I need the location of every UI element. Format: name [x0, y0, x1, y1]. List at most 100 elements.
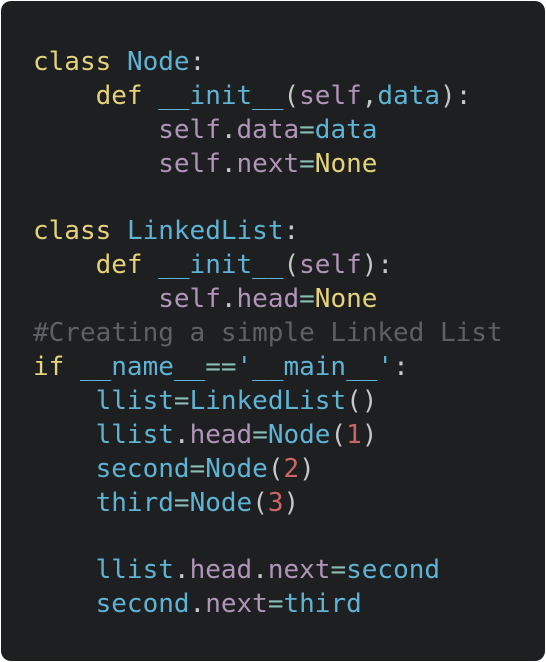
- code-token: self: [158, 114, 221, 145]
- code-token: data: [314, 114, 378, 145]
- code-line: third=Node(3): [33, 487, 503, 521]
- code-token: .: [173, 419, 190, 450]
- code-token: =: [267, 589, 284, 620]
- code-token: next: [267, 555, 331, 586]
- code-token: =: [299, 114, 315, 145]
- code-token: LinkedList: [189, 385, 347, 416]
- code-token: def: [95, 250, 143, 281]
- code-token: ==: [205, 352, 237, 383]
- code-token: .: [189, 589, 206, 620]
- code-token: Node: [126, 47, 190, 77]
- code-token: self: [158, 148, 221, 179]
- code-token: .: [220, 148, 237, 179]
- code-line: second.next=third: [33, 588, 503, 622]
- code-token: (: [267, 453, 284, 484]
- code-token: ):: [361, 250, 394, 281]
- code-token: =: [330, 555, 347, 586]
- code-token: class: [33, 47, 112, 77]
- code-token: data: [236, 114, 300, 145]
- code-line: llist.head.next=second: [33, 554, 503, 588]
- code-token: =: [299, 148, 315, 179]
- code-line: def __init__(self,data):: [33, 80, 503, 114]
- code-token: None: [314, 148, 378, 179]
- code-token: self: [299, 80, 362, 111]
- code-token: ): [283, 487, 300, 518]
- code-token: =: [173, 385, 190, 416]
- code-token: llist: [95, 385, 174, 416]
- code-token: =: [252, 419, 268, 450]
- code-token: __init__: [158, 250, 284, 281]
- code-token: third: [95, 487, 174, 518]
- code-token: 1: [346, 419, 362, 450]
- code-token: (: [283, 80, 300, 111]
- code-token: =: [299, 284, 315, 315]
- code-token: llist: [95, 555, 174, 586]
- code-token: next: [236, 148, 300, 179]
- code-token: ): [361, 419, 378, 450]
- code-token: .: [252, 555, 268, 586]
- code-token: .: [220, 114, 237, 145]
- code-token: __name__: [79, 352, 206, 383]
- code-token: (: [283, 250, 300, 281]
- code-line: llist.head=Node(1): [33, 419, 503, 453]
- code-line: llist=LinkedList(): [33, 385, 503, 419]
- code-line: def __init__(self):: [33, 249, 503, 283]
- code-line: if __name__=='__main__':: [33, 351, 503, 385]
- code-token: head: [236, 284, 300, 315]
- code-token: 2: [283, 453, 300, 484]
- code-line: self.head=None: [33, 283, 503, 317]
- code-editor: class Node: def __init__(self,data): sel…: [1, 1, 545, 661]
- code-token: :: [283, 216, 300, 247]
- code-token: .: [173, 555, 190, 586]
- code-token: def: [95, 80, 143, 111]
- code-line: class Node:: [33, 46, 503, 80]
- code-token: __init__: [158, 80, 284, 111]
- code-token: (: [330, 419, 347, 450]
- code-token: '__main__': [236, 352, 394, 383]
- code-token: :: [393, 352, 409, 383]
- code-line: #Creating a simple Linked List: [33, 317, 503, 351]
- code-token: :: [189, 47, 206, 77]
- code-token: =: [173, 487, 190, 518]
- code-token: self: [158, 284, 221, 315]
- code-token: head: [189, 555, 253, 586]
- code-token: .: [220, 284, 237, 315]
- code-line: self.data=data: [33, 114, 503, 148]
- code-token: self: [299, 250, 362, 281]
- code-block: class Node: def __init__(self,data): sel…: [33, 46, 503, 622]
- code-token: Node: [267, 419, 331, 450]
- code-token: (: [252, 487, 268, 518]
- code-token: None: [314, 284, 378, 315]
- code-token: third: [283, 589, 362, 620]
- code-token: second: [95, 589, 190, 620]
- code-token: (): [346, 385, 378, 416]
- code-token: head: [189, 419, 253, 450]
- code-token: data: [377, 80, 441, 111]
- code-token: 3: [267, 487, 284, 518]
- code-token: llist: [95, 419, 174, 450]
- code-token: second: [346, 555, 441, 586]
- code-token: ): [299, 453, 315, 484]
- code-token: ,: [361, 80, 378, 111]
- code-token: next: [205, 589, 268, 620]
- code-line: second=Node(2): [33, 453, 503, 487]
- code-token: LinkedList: [126, 216, 284, 247]
- code-line: self.next=None: [33, 148, 503, 182]
- code-token: if: [33, 352, 65, 383]
